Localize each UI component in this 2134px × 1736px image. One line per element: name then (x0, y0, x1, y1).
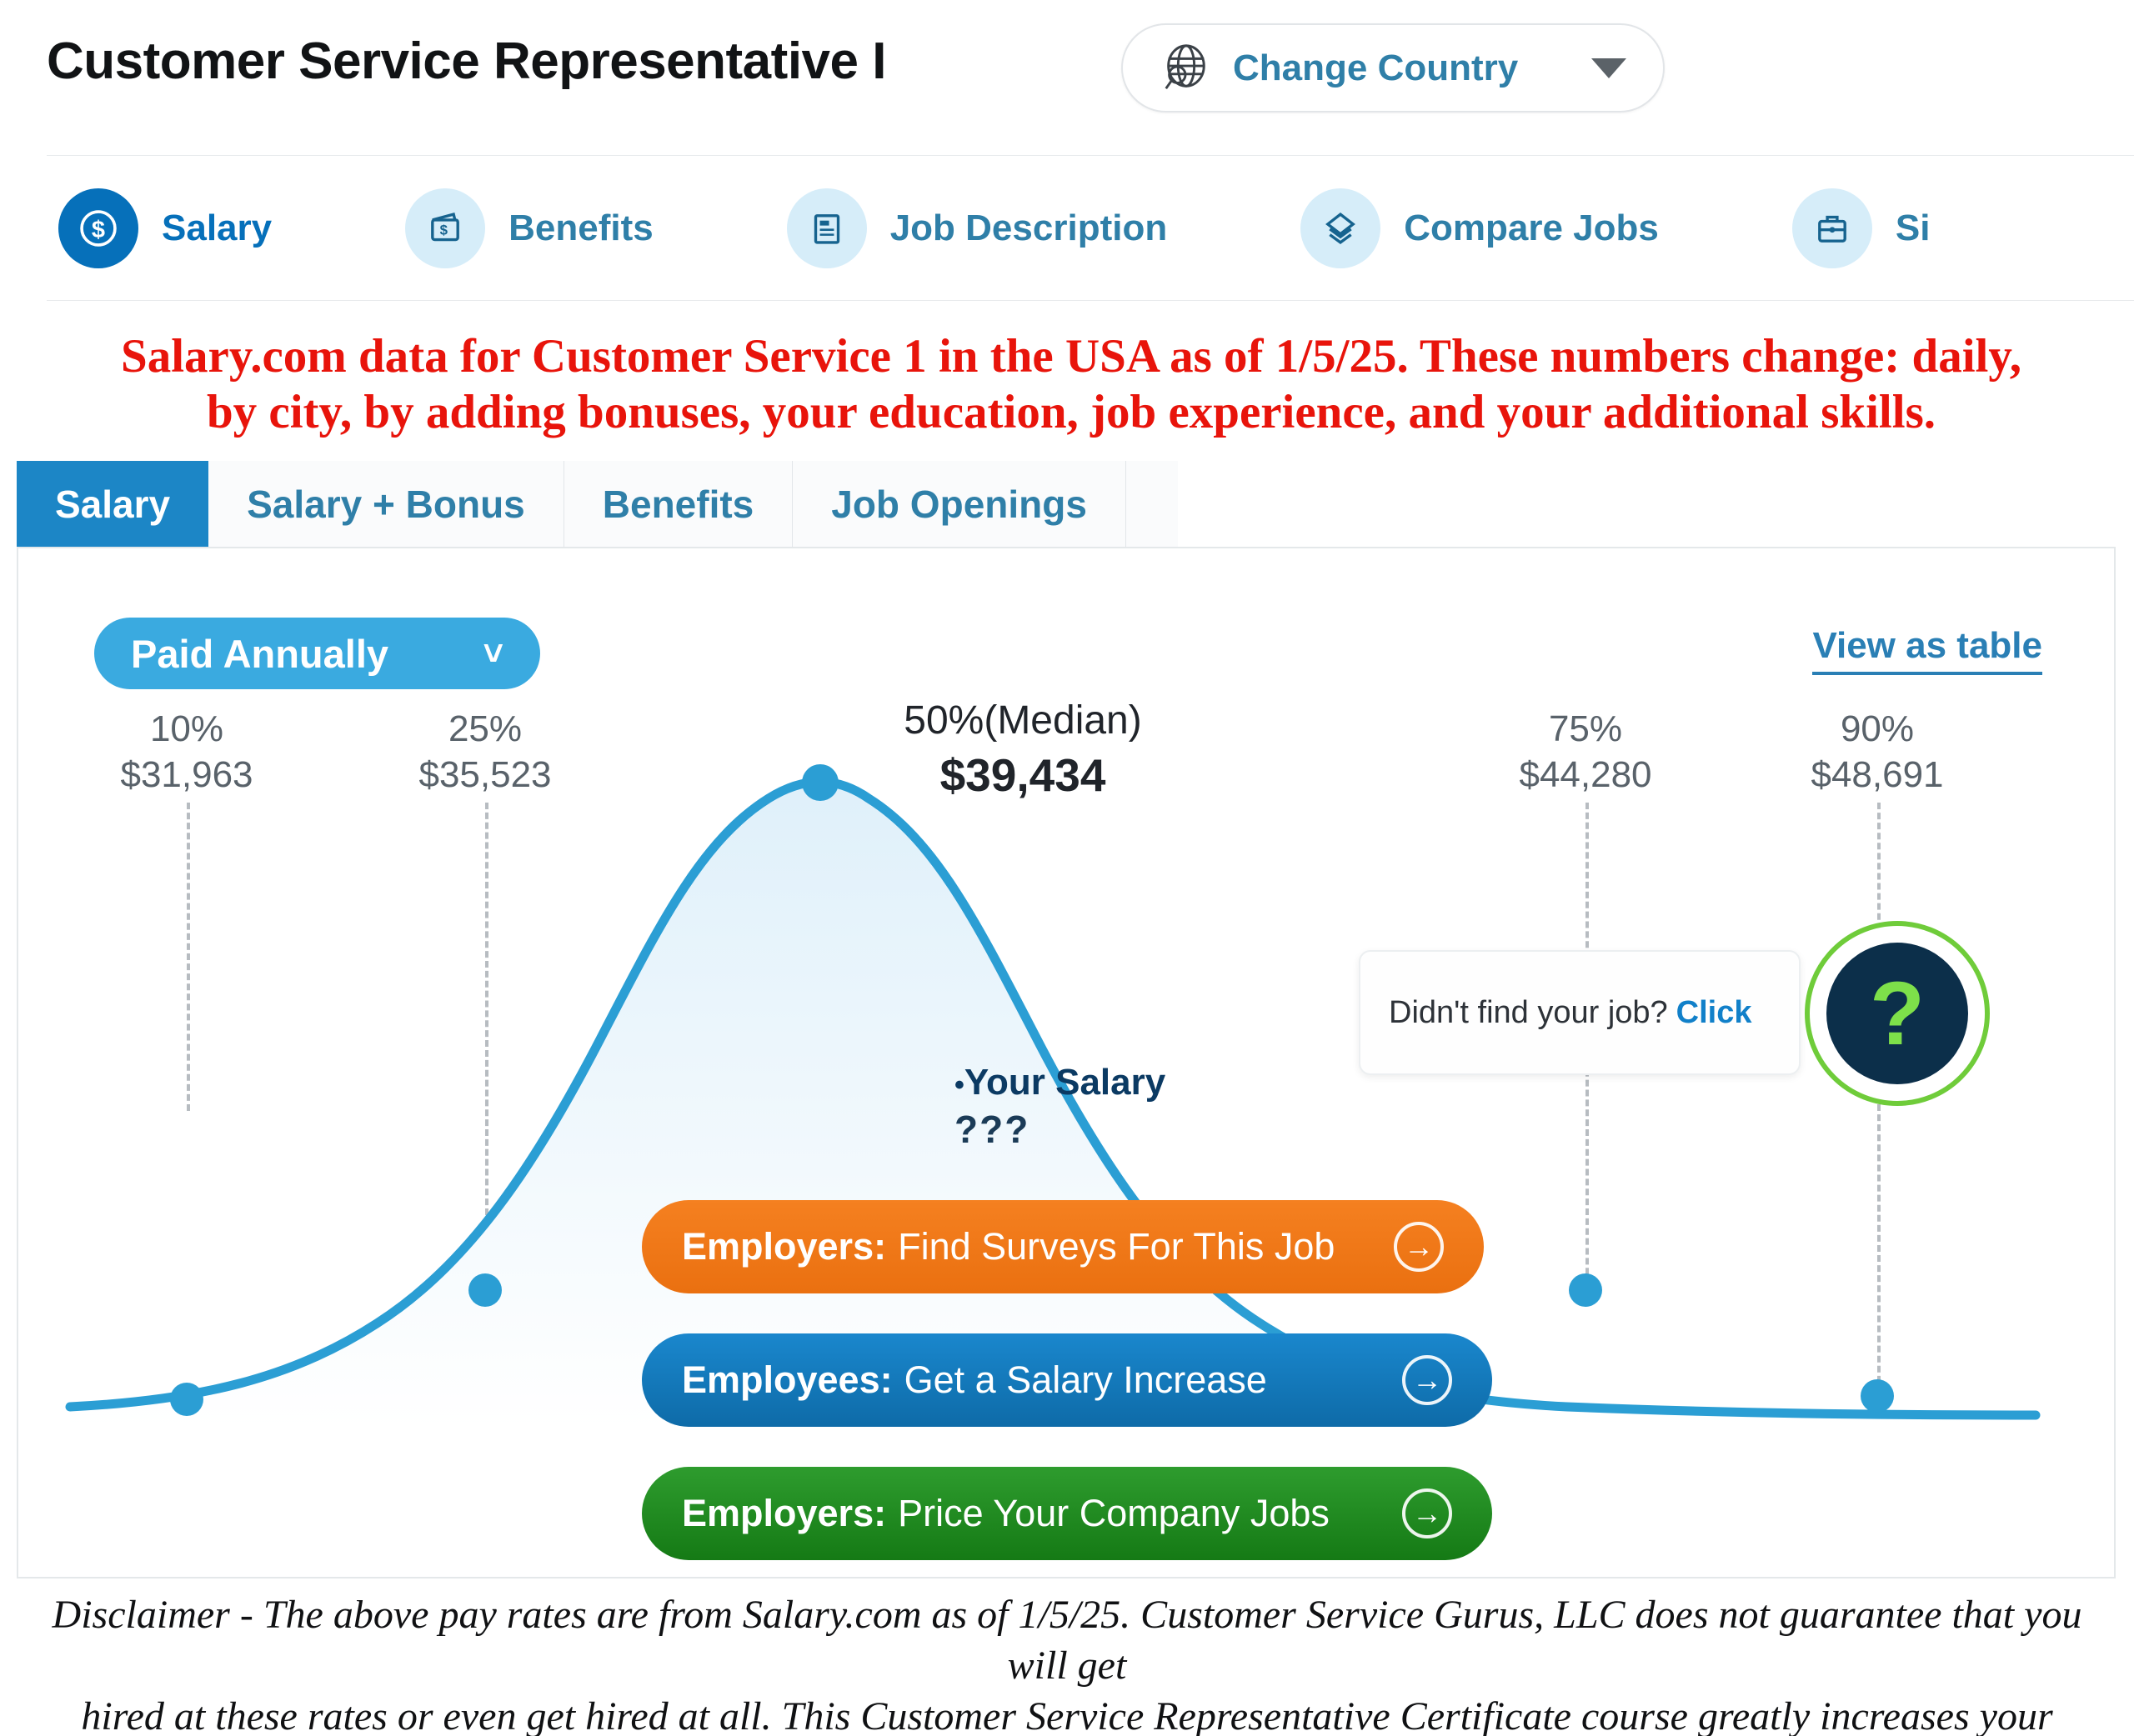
curve-marker-10 (170, 1383, 203, 1416)
tooltip-click-link[interactable]: Click (1676, 995, 1752, 1031)
disclaimer-line-1: Disclaimer - The above pay rates are fro… (52, 1593, 2082, 1688)
curve-marker-median (802, 764, 839, 801)
arrow-right-icon: → (1394, 1222, 1444, 1272)
nav-label-salary: Salary (162, 207, 273, 248)
your-salary-value: ??? (954, 1107, 1030, 1151)
disclaimer-line-2: hired at these rates or even get hired a… (81, 1693, 2053, 1736)
chevron-down-icon (1591, 58, 1626, 78)
document-icon (786, 188, 867, 268)
nav-item-similar-jobs[interactable]: Si (1791, 188, 1931, 268)
cta-employers-find-surveys[interactable]: Employers: Find Surveys For This Job → (642, 1200, 1484, 1293)
red-annotation-line-1: Salary.com data for Customer Service 1 i… (121, 330, 2021, 383)
briefcase-icon (1791, 188, 1872, 268)
dollar-coin-icon: $ (58, 188, 138, 268)
change-country-label: Change Country (1233, 47, 1519, 88)
nav-label-job-description: Job Description (889, 207, 1168, 248)
red-annotation: Salary.com data for Customer Service 1 i… (25, 329, 2117, 440)
primary-nav: $ Salary $ Benefits Job Description Comp… (47, 155, 2134, 301)
cta-green-rest: Price Your Company Jobs (898, 1492, 1330, 1534)
nav-item-job-description[interactable]: Job Description (786, 188, 1168, 268)
subtab-salary[interactable]: Salary (17, 461, 209, 548)
nav-item-benefits[interactable]: $ Benefits (405, 188, 654, 268)
curve-marker-75 (1569, 1273, 1602, 1307)
tooltip-text: Didn't find your job? (1389, 994, 1668, 1030)
your-salary-dot: • (954, 1069, 964, 1101)
arrow-right-icon: → (1402, 1355, 1452, 1405)
wallet-icon: $ (405, 188, 486, 268)
your-salary-label: Your Salary (964, 1062, 1166, 1103)
curve-marker-25 (468, 1273, 502, 1307)
arrow-right-icon: → (1402, 1488, 1452, 1538)
globe-icon (1160, 43, 1211, 94)
cta-green-lead: Employers: (682, 1492, 887, 1534)
nav-label-benefits: Benefits (508, 207, 654, 248)
subtab-benefits[interactable]: Benefits (564, 461, 794, 548)
svg-text:$: $ (92, 216, 105, 243)
nav-label-similar-jobs: Si (1895, 207, 1931, 248)
curve-marker-90 (1861, 1379, 1894, 1413)
red-annotation-line-2: by city, by adding bonuses, your educati… (206, 385, 1936, 438)
question-mark-badge-icon[interactable]: ? (1805, 921, 1990, 1106)
page-root: Customer Service Representative I Change… (0, 0, 2134, 1736)
nav-item-salary[interactable]: $ Salary (58, 188, 272, 268)
your-salary-annotation: •Your Salary ??? (954, 1062, 1165, 1151)
change-country-button[interactable]: Change Country (1121, 23, 1665, 113)
badge-glyph: ? (1826, 943, 1968, 1084)
didnt-find-job-tooltip[interactable]: Didn't find your job? Click (1359, 950, 1801, 1075)
nav-label-compare-jobs: Compare Jobs (1404, 207, 1659, 248)
cta-employers-price-company-jobs[interactable]: Employers: Price Your Company Jobs → (642, 1467, 1492, 1560)
subtab-job-openings[interactable]: Job Openings (793, 461, 1126, 548)
cta-blue-rest: Get a Salary Increase (904, 1358, 1267, 1401)
layers-icon (1300, 188, 1381, 268)
salary-subtabs: Salary Salary + Bonus Benefits Job Openi… (17, 461, 1178, 548)
cta-employees-salary-increase[interactable]: Employees: Get a Salary Increase → (642, 1333, 1492, 1427)
page-title: Customer Service Representative I (47, 33, 886, 90)
cta-orange-lead: Employers: (682, 1225, 887, 1268)
cta-blue-lead: Employees: (682, 1358, 893, 1401)
cta-orange-rest: Find Surveys For This Job (898, 1225, 1335, 1268)
page-header: Customer Service Representative I Change… (0, 0, 2134, 155)
subtab-salary-plus-bonus[interactable]: Salary + Bonus (208, 461, 564, 548)
svg-text:$: $ (440, 222, 448, 238)
nav-item-compare-jobs[interactable]: Compare Jobs (1300, 188, 1659, 268)
disclaimer: Disclaimer - The above pay rates are fro… (20, 1590, 2114, 1736)
